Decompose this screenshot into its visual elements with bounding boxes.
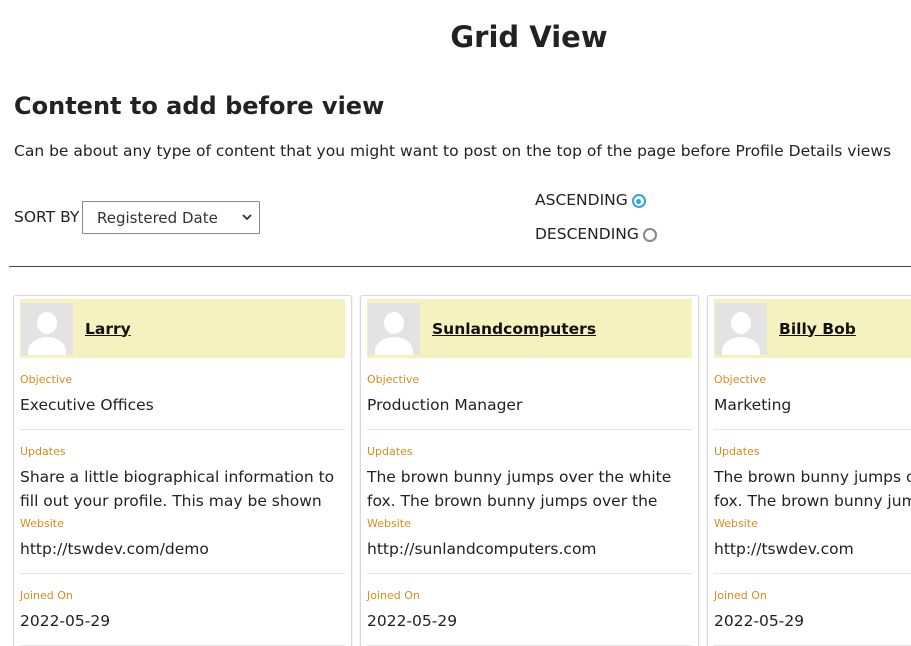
profile-grid: Larry Objective Executive Offices Update…	[13, 295, 911, 646]
descending-radio[interactable]	[642, 228, 657, 242]
ascending-label: ASCENDING	[535, 191, 628, 209]
sort-by-select[interactable]: Registered Date	[82, 201, 260, 234]
ascending-option[interactable]: ASCENDING	[535, 191, 646, 209]
profile-name-link[interactable]: Billy Bob	[779, 320, 856, 338]
joined-label: Joined On	[714, 589, 767, 602]
updates-value: The brown bunny jumps over the white fox…	[714, 468, 911, 510]
sort-by-label: SORT BY	[14, 208, 80, 226]
joined-value: 2022-05-29	[20, 609, 345, 646]
updates-label: Updates	[367, 445, 413, 458]
profile-card-header: Billy Bob	[714, 299, 911, 358]
divider	[9, 266, 911, 267]
profile-card: Larry Objective Executive Offices Update…	[13, 295, 352, 646]
objective-value: Executive Offices	[20, 393, 345, 430]
objective-label: Objective	[367, 373, 420, 386]
page-title: Grid View	[450, 20, 608, 54]
website-label: Website	[367, 517, 411, 530]
profile-card-header: Sunlandcomputers	[367, 299, 692, 358]
joined-label: Joined On	[20, 589, 73, 602]
section-heading: Content to add before view	[14, 92, 385, 120]
descending-option[interactable]: DESCENDING	[535, 225, 657, 243]
profile-name-link[interactable]: Sunlandcomputers	[432, 320, 596, 338]
avatar	[21, 302, 73, 355]
joined-label: Joined On	[367, 589, 420, 602]
objective-label: Objective	[714, 373, 767, 386]
profile-name-link[interactable]: Larry	[85, 320, 131, 338]
joined-value: 2022-05-29	[367, 609, 692, 646]
descending-label: DESCENDING	[535, 225, 639, 243]
updates-label: Updates	[714, 445, 760, 458]
website-label: Website	[714, 517, 758, 530]
updates-label: Updates	[20, 445, 66, 458]
profile-card: Sunlandcomputers Objective Production Ma…	[360, 295, 699, 646]
intro-text: Can be about any type of content that yo…	[14, 142, 892, 160]
updates-value: The brown bunny jumps over the white fox…	[367, 468, 672, 510]
website-label: Website	[20, 517, 64, 530]
objective-value: Production Manager	[367, 393, 692, 430]
website-value: http://tswdev.com/demo	[20, 537, 345, 574]
avatar	[368, 302, 420, 355]
updates-value: Share a little biographical information …	[20, 468, 335, 510]
avatar	[715, 302, 767, 355]
profile-card-header: Larry	[20, 299, 345, 358]
website-value: http://sunlandcomputers.com	[367, 537, 692, 574]
profile-card: Billy Bob Objective Marketing Updates Th…	[707, 295, 911, 646]
sort-by-selected-value: Registered Date	[97, 208, 218, 227]
joined-value: 2022-05-29	[714, 609, 911, 646]
ascending-radio[interactable]	[631, 194, 646, 208]
chevron-down-icon	[242, 214, 252, 221]
website-value: http://tswdev.com	[714, 537, 911, 574]
objective-value: Marketing	[714, 393, 911, 430]
objective-label: Objective	[20, 373, 73, 386]
